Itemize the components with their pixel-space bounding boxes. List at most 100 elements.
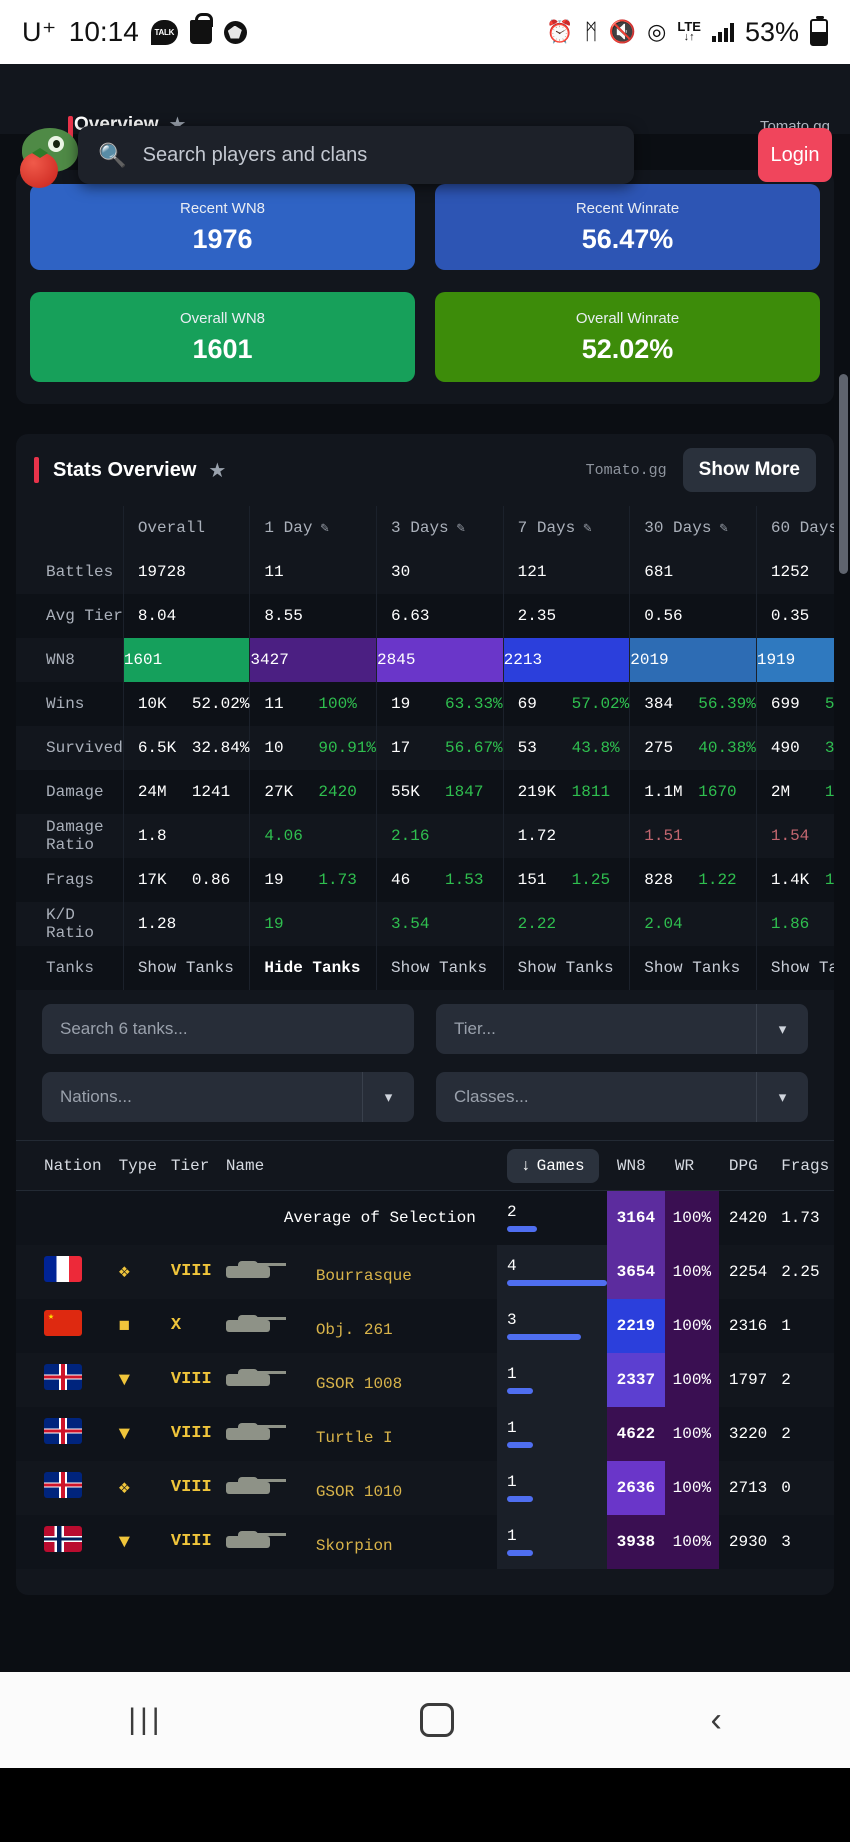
stats-cell: 1.4K 1 <box>755 858 834 902</box>
cell-secondary: 2420 <box>318 783 357 801</box>
tier-cell <box>160 1190 216 1245</box>
favorite-star-icon[interactable]: ★ <box>208 458 226 483</box>
table-row[interactable]: ▼ VIII Turtle I 1 4622 100% 3220 2 <box>16 1406 834 1461</box>
chevron-down-icon[interactable]: ▾ <box>756 1004 808 1054</box>
search-icon: 🔍 <box>98 141 127 168</box>
games-cell: 3 <box>497 1298 607 1353</box>
stats-cell: 10K 52.02% <box>122 682 250 726</box>
stats-cell: 55K 1847 <box>376 770 504 814</box>
show-more-button[interactable]: Show More <box>682 448 816 492</box>
table-row[interactable]: ❖ VIII GSOR 1010 1 2636 100% 2713 0 <box>16 1460 834 1515</box>
stats-row-label: Survived <box>46 739 123 757</box>
search-input[interactable]: Search players and clans <box>143 144 368 167</box>
mute-icon: 🔇 <box>608 19 637 44</box>
stat-card-recent-wn8[interactable]: Recent WN8 1976 <box>30 184 415 270</box>
table-row[interactable]: ★ ■ X Obj. 261 3 2219 100% 2316 1 <box>16 1298 834 1353</box>
stats-row: Avg Tier 8.04 8.55 6.63 2.35 0.56 0.35 <box>16 594 834 638</box>
stats-header-row: Overall 1 Day ✎ 3 Days ✎ 7 Days ✎ 30 Days ✎ 60 Da… <box>16 506 834 550</box>
stats-row: Damage 24M 1241 27K 2420 55K 1847 219K 1811 1.1M 1… <box>16 770 834 814</box>
tank-name-cell: Obj. 261 <box>215 1298 497 1353</box>
nation-cell <box>16 1190 109 1245</box>
card-value: 1601 <box>192 333 253 364</box>
stat-card-recent-winrate[interactable]: Recent Winrate 56.47% <box>435 184 820 270</box>
edit-pencil-icon[interactable]: ✎ <box>583 521 591 537</box>
tier-filter-select[interactable]: Tier... ▾ <box>436 1004 808 1054</box>
games-bar <box>507 1226 537 1233</box>
classes-filter-select[interactable]: Classes... ▾ <box>436 1072 808 1122</box>
tank-name-label: Turtle I <box>315 1429 393 1447</box>
cell-secondary: 100% <box>318 695 357 713</box>
stat-card-overall-wn8[interactable]: Overall WN8 1601 <box>30 292 415 382</box>
tank-col-frags[interactable]: Frags <box>771 1140 834 1191</box>
cell-primary: 55K <box>391 783 420 801</box>
show-tanks-button[interactable]: Show Tanks <box>629 946 757 990</box>
tank-class-icon <box>108 1190 161 1245</box>
sort-games-button[interactable]: ↓ Games <box>507 1148 599 1183</box>
frags-cell: 2.25 <box>781 1262 820 1281</box>
winrate-cell: 100% <box>664 1244 719 1299</box>
column-label: 30 Days <box>644 519 712 537</box>
table-row[interactable]: Average of Selection 2 3164 100% 2420 1.73 <box>16 1190 834 1245</box>
games-bar <box>507 1334 581 1340</box>
tank-col-wr[interactable]: WR <box>664 1140 719 1191</box>
login-button[interactable]: Login <box>758 128 832 182</box>
stats-overview-header: Stats Overview ★ Tomato.gg Show More <box>16 434 834 506</box>
table-row[interactable]: ❖ VIII Bourrasque 4 3654 100% 2254 2.25 <box>16 1244 834 1299</box>
cell-primary: 2.04 <box>644 915 683 933</box>
recents-button[interactable]: ||| <box>128 1703 163 1737</box>
card-value: 1976 <box>192 223 253 254</box>
tank-col-name[interactable]: Name <box>215 1140 497 1191</box>
hero-row-1: Recent WN8 1976 Recent Winrate 56.47% <box>30 184 820 270</box>
stats-cell: 19 1.73 <box>249 858 377 902</box>
stats-cell: 1.28 <box>122 902 250 946</box>
edit-pencil-icon[interactable]: ✎ <box>457 521 465 537</box>
stats-cell: 17 56.67% <box>376 726 504 770</box>
home-button[interactable] <box>420 1703 455 1737</box>
tank-col-type[interactable]: Type <box>108 1140 161 1191</box>
stat-card-overall-winrate[interactable]: Overall Winrate 52.02% <box>435 292 820 382</box>
cell-secondary: 32.84% <box>191 739 250 757</box>
cell-secondary: 55. <box>824 695 834 713</box>
nations-filter-select[interactable]: Nations... ▾ <box>42 1072 414 1122</box>
search-bar[interactable]: 🔍 Search players and clans <box>78 126 634 184</box>
table-row[interactable]: ▼ VIII Skorpion 1 3938 100% 2930 3 <box>16 1514 834 1569</box>
cell-primary: 1.4K <box>770 871 810 889</box>
tomato-mascot-logo[interactable] <box>18 126 82 196</box>
page-title: Stats Overview <box>53 458 197 481</box>
games-bar <box>507 1496 533 1502</box>
nation-flag-icon <box>44 1472 82 1498</box>
cell-secondary: 56.67% <box>445 739 503 757</box>
search-tanks-input[interactable]: Search 6 tanks... <box>42 1004 414 1054</box>
tank-col-wn8[interactable]: WN8 <box>606 1140 665 1191</box>
chevron-down-icon[interactable]: ▾ <box>362 1072 414 1122</box>
games-count: 1 <box>507 1473 517 1491</box>
nation-cell <box>16 1406 109 1461</box>
page-scrollbar[interactable] <box>839 374 848 574</box>
tank-col-games[interactable]: ↓ Games <box>497 1140 607 1191</box>
cell-secondary: 0.86 <box>191 871 231 889</box>
tank-col-nation[interactable]: Nation <box>16 1140 109 1191</box>
card-label: Overall WN8 <box>179 309 265 327</box>
chevron-down-icon[interactable]: ▾ <box>756 1072 808 1122</box>
stats-row-label: K/D Ratio <box>46 906 95 942</box>
stats-row-label: Wins <box>16 682 124 726</box>
cell-secondary: 63.33% <box>445 695 503 713</box>
stats-cell: 2.16 <box>376 814 504 858</box>
tank-silhouette-icon <box>225 1366 288 1388</box>
games-cell: 1 <box>497 1514 607 1569</box>
edit-pencil-icon[interactable]: ✎ <box>320 521 328 537</box>
tier-cell: VIII <box>170 1370 212 1389</box>
show-tanks-button[interactable]: Show Tanks <box>502 946 630 990</box>
show-tanks-button[interactable]: Show Tanks <box>376 946 504 990</box>
edit-pencil-icon[interactable]: ✎ <box>719 521 727 537</box>
show-tanks-button[interactable]: Show Tan <box>755 946 834 990</box>
nation-cell: ★ <box>16 1298 109 1353</box>
hide-tanks-button[interactable]: Hide Tanks <box>249 946 377 990</box>
tank-col-dpg[interactable]: DPG <box>718 1140 772 1191</box>
tank-col-tier[interactable]: Tier <box>160 1140 216 1191</box>
table-row[interactable]: ▼ VIII GSOR 1008 1 2337 100% 1797 2 <box>16 1352 834 1407</box>
show-tanks-button[interactable]: Show Tanks <box>122 946 250 990</box>
cell-primary: 19 <box>264 871 284 889</box>
stats-cell: 11 <box>249 550 377 594</box>
back-button[interactable]: ‹ <box>710 1701 721 1740</box>
